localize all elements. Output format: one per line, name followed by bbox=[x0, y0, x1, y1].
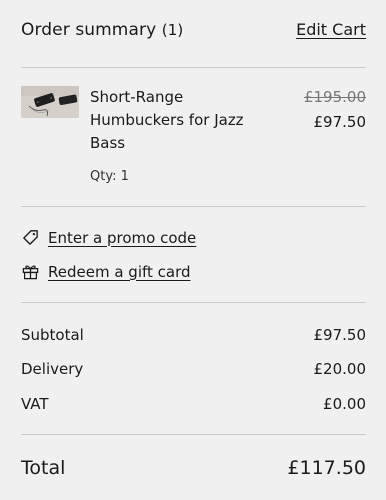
promo-code-link[interactable]: Enter a promo code bbox=[21, 228, 196, 247]
vat-label: VAT bbox=[21, 395, 49, 413]
gift-card-link[interactable]: Redeem a gift card bbox=[21, 262, 191, 281]
vat-value: £0.00 bbox=[323, 395, 366, 413]
total-label: Total bbox=[21, 457, 66, 479]
order-summary-panel: Order summary (1) Edit Cart Short-Range … bbox=[0, 0, 386, 500]
edit-cart-link[interactable]: Edit Cart bbox=[296, 20, 366, 39]
tag-icon bbox=[21, 228, 40, 247]
divider bbox=[21, 434, 366, 435]
delivery-value: £20.00 bbox=[313, 360, 367, 378]
divider bbox=[21, 302, 366, 303]
gift-icon bbox=[21, 262, 40, 281]
subtotal-value: £97.50 bbox=[313, 326, 367, 344]
product-quantity: Qty: 1 bbox=[90, 169, 129, 184]
gift-card-label: Redeem a gift card bbox=[48, 262, 191, 281]
product-thumbnail[interactable] bbox=[21, 86, 79, 118]
cart-line-item: Short-Range Humbuckers for Jazz Bass Qty… bbox=[21, 86, 366, 191]
product-name[interactable]: Short-Range Humbuckers for Jazz Bass bbox=[90, 86, 260, 155]
item-count: (1) bbox=[161, 21, 184, 39]
order-summary-title: Order summary (1) bbox=[21, 20, 183, 40]
subtotal-label: Subtotal bbox=[21, 326, 84, 344]
total-row: Total £117.50 bbox=[21, 457, 366, 479]
vat-row: VAT £0.00 bbox=[21, 395, 366, 413]
order-summary-title-text: Order summary bbox=[21, 20, 157, 40]
original-price: £195.00 bbox=[303, 88, 366, 106]
sale-price: £97.50 bbox=[313, 113, 367, 131]
delivery-row: Delivery £20.00 bbox=[21, 360, 366, 378]
total-value: £117.50 bbox=[287, 457, 366, 479]
delivery-label: Delivery bbox=[21, 360, 84, 378]
promo-code-label: Enter a promo code bbox=[48, 228, 197, 247]
subtotal-row: Subtotal £97.50 bbox=[21, 326, 366, 344]
divider bbox=[21, 67, 366, 68]
divider bbox=[21, 206, 366, 207]
order-summary-header: Order summary (1) Edit Cart bbox=[21, 20, 366, 40]
